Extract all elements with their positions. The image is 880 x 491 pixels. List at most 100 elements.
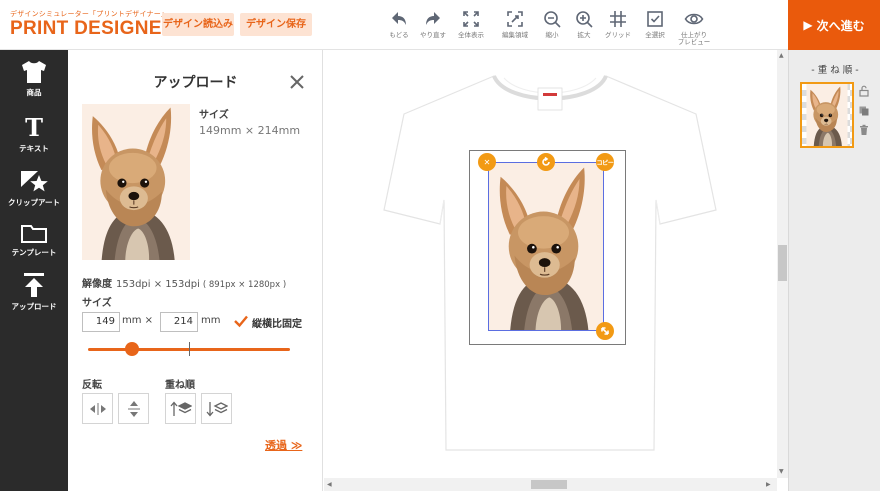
selected-image[interactable] (488, 162, 604, 331)
design-canvas[interactable]: ✕ コピー (324, 50, 777, 478)
rotate-handle[interactable] (537, 153, 555, 171)
flip-vertical-icon (127, 400, 140, 417)
resolution-label: 解像度 (82, 279, 112, 290)
uploaded-image-thumbnail[interactable] (82, 104, 190, 260)
panel-title: アップロード (153, 75, 238, 91)
resize-handle[interactable] (596, 322, 614, 340)
copy-handle[interactable]: コピー (596, 153, 614, 171)
nav-label-product: 商品 (26, 88, 42, 97)
size-input-label: サイズ (82, 298, 112, 309)
nav-item-clipart[interactable]: クリップアート (0, 168, 68, 208)
edit-area-label: 編集領域 (502, 31, 528, 39)
keep-aspect-ratio-label[interactable]: 縦横比固定 (252, 315, 302, 330)
select-all-label: 全選択 (645, 31, 665, 39)
svg-text:T: T (25, 114, 43, 140)
nav-item-upload[interactable]: アップロード (0, 272, 68, 312)
transparency-link[interactable]: 透過 ≫ (265, 437, 302, 453)
flip-vertical-button[interactable] (118, 393, 149, 424)
folder-icon (21, 225, 47, 243)
redo-icon (426, 12, 440, 25)
nav-label-template: テンプレート (11, 248, 57, 257)
grid-button[interactable]: グリッド (601, 9, 635, 39)
undo-button[interactable]: もどる (382, 9, 416, 39)
height-unit: mm (201, 315, 221, 326)
undo-icon (392, 12, 406, 25)
preview-button[interactable]: 仕上がり プレビュー (676, 9, 712, 46)
scroll-down-arrow[interactable]: ▼ (779, 468, 784, 476)
brand-logo[interactable]: デザインシミュレーター「プリントデザイナー」 PRINT DESIGNER (10, 9, 176, 39)
nav-item-product[interactable]: 商品 (0, 60, 68, 98)
app-header: デザインシミュレーター「プリントデザイナー」 PRINT DESIGNER デザ… (0, 0, 880, 50)
send-backward-icon (206, 401, 228, 416)
upload-panel: アップロード サイズ 149mm × 214mm 解像度 153dpi × 153… (68, 50, 323, 491)
nav-item-text[interactable]: T テキスト (0, 114, 68, 154)
select-all-button[interactable]: 全選択 (638, 9, 672, 39)
layers-panel: - 重 ね 順 - (788, 50, 880, 491)
flip-horizontal-button[interactable] (82, 393, 113, 424)
resize-arrow-icon (601, 327, 609, 335)
redo-label: やり直す (420, 31, 446, 39)
height-input[interactable]: 214 (160, 312, 198, 332)
grid-label: グリッド (605, 31, 631, 39)
nav-item-template[interactable]: テンプレート (0, 222, 68, 258)
upload-icon (24, 273, 44, 297)
next-step-button[interactable]: ▶ 次へ進む (788, 0, 880, 50)
undo-label: もどる (389, 31, 409, 39)
zoom-in-label: 拡大 (577, 31, 591, 39)
flip-horizontal-icon (89, 402, 106, 415)
width-input[interactable]: 149 (82, 312, 120, 332)
horizontal-scroll-thumb[interactable] (531, 480, 567, 489)
send-backward-button[interactable] (201, 393, 232, 424)
zoom-in-icon (576, 11, 593, 28)
trash-icon[interactable] (858, 124, 870, 136)
slider-default-mark (189, 342, 190, 356)
size-slider-handle[interactable] (125, 342, 140, 356)
zoom-out-label: 縮小 (545, 31, 559, 39)
resolution-row: 解像度 153dpi × 153dpi( 891px × 1280px ) (82, 272, 286, 291)
grid-icon (610, 11, 626, 27)
bring-forward-icon (170, 401, 192, 416)
save-design-button[interactable]: デザイン保存 (240, 13, 312, 36)
fit-view-icon (463, 11, 479, 27)
layer-item[interactable] (800, 82, 854, 148)
vertical-scroll-thumb[interactable] (778, 245, 787, 281)
close-icon[interactable] (288, 73, 306, 91)
bring-forward-button[interactable] (165, 393, 196, 424)
main-nav: 商品 T テキスト クリップアート テンプレート アップロード (0, 50, 68, 491)
edit-area-button[interactable]: 編集領域 (498, 9, 532, 39)
preview-label-2: プレビュー (677, 38, 711, 46)
play-arrow-icon: ▶ (803, 18, 813, 32)
width-unit: mm × (122, 315, 154, 326)
zoom-out-icon (544, 11, 561, 28)
copy-label: コピー (596, 159, 614, 167)
clipart-icon (21, 171, 48, 192)
nav-label-upload: アップロード (11, 302, 57, 311)
tshirt-icon (22, 61, 46, 83)
fit-view-label: 全体表示 (458, 31, 484, 39)
vertical-scrollbar[interactable]: ▲ ▼ (777, 50, 788, 478)
redo-button[interactable]: やり直す (416, 9, 450, 39)
horizontal-scrollbar[interactable]: ◀ ▶ (324, 478, 777, 491)
nav-label-clipart: クリップアート (7, 198, 61, 207)
scroll-left-arrow[interactable]: ◀ (327, 481, 332, 489)
scroll-up-arrow[interactable]: ▲ (779, 52, 784, 60)
scroll-right-arrow[interactable]: ▶ (766, 481, 771, 489)
logo-title: PRINT DESIGNER (10, 18, 176, 39)
delete-handle[interactable]: ✕ (478, 153, 496, 171)
image-size-value: 149mm × 214mm (199, 124, 301, 137)
zoom-in-button[interactable]: 拡大 (567, 9, 601, 39)
resolution-pixels: ( 891px × 1280px ) (202, 280, 287, 290)
edit-area-icon (507, 11, 523, 27)
toolbar: もどる やり直す 全体表示 編集領域 縮小 拡大 グリッド 全選択 仕上がり プ… (382, 9, 722, 49)
fit-view-button[interactable]: 全体表示 (454, 9, 488, 39)
unlock-icon[interactable] (858, 85, 870, 97)
select-all-icon (647, 11, 663, 27)
image-size-label: サイズ (199, 110, 229, 121)
rotate-icon (542, 157, 550, 166)
checkmark-icon[interactable] (233, 313, 249, 329)
text-icon: T (25, 114, 43, 140)
duplicate-icon[interactable] (858, 105, 870, 117)
zoom-out-button[interactable]: 縮小 (535, 9, 569, 39)
flip-label: 反転 (82, 380, 102, 391)
load-design-button[interactable]: デザイン読込み (162, 13, 234, 36)
